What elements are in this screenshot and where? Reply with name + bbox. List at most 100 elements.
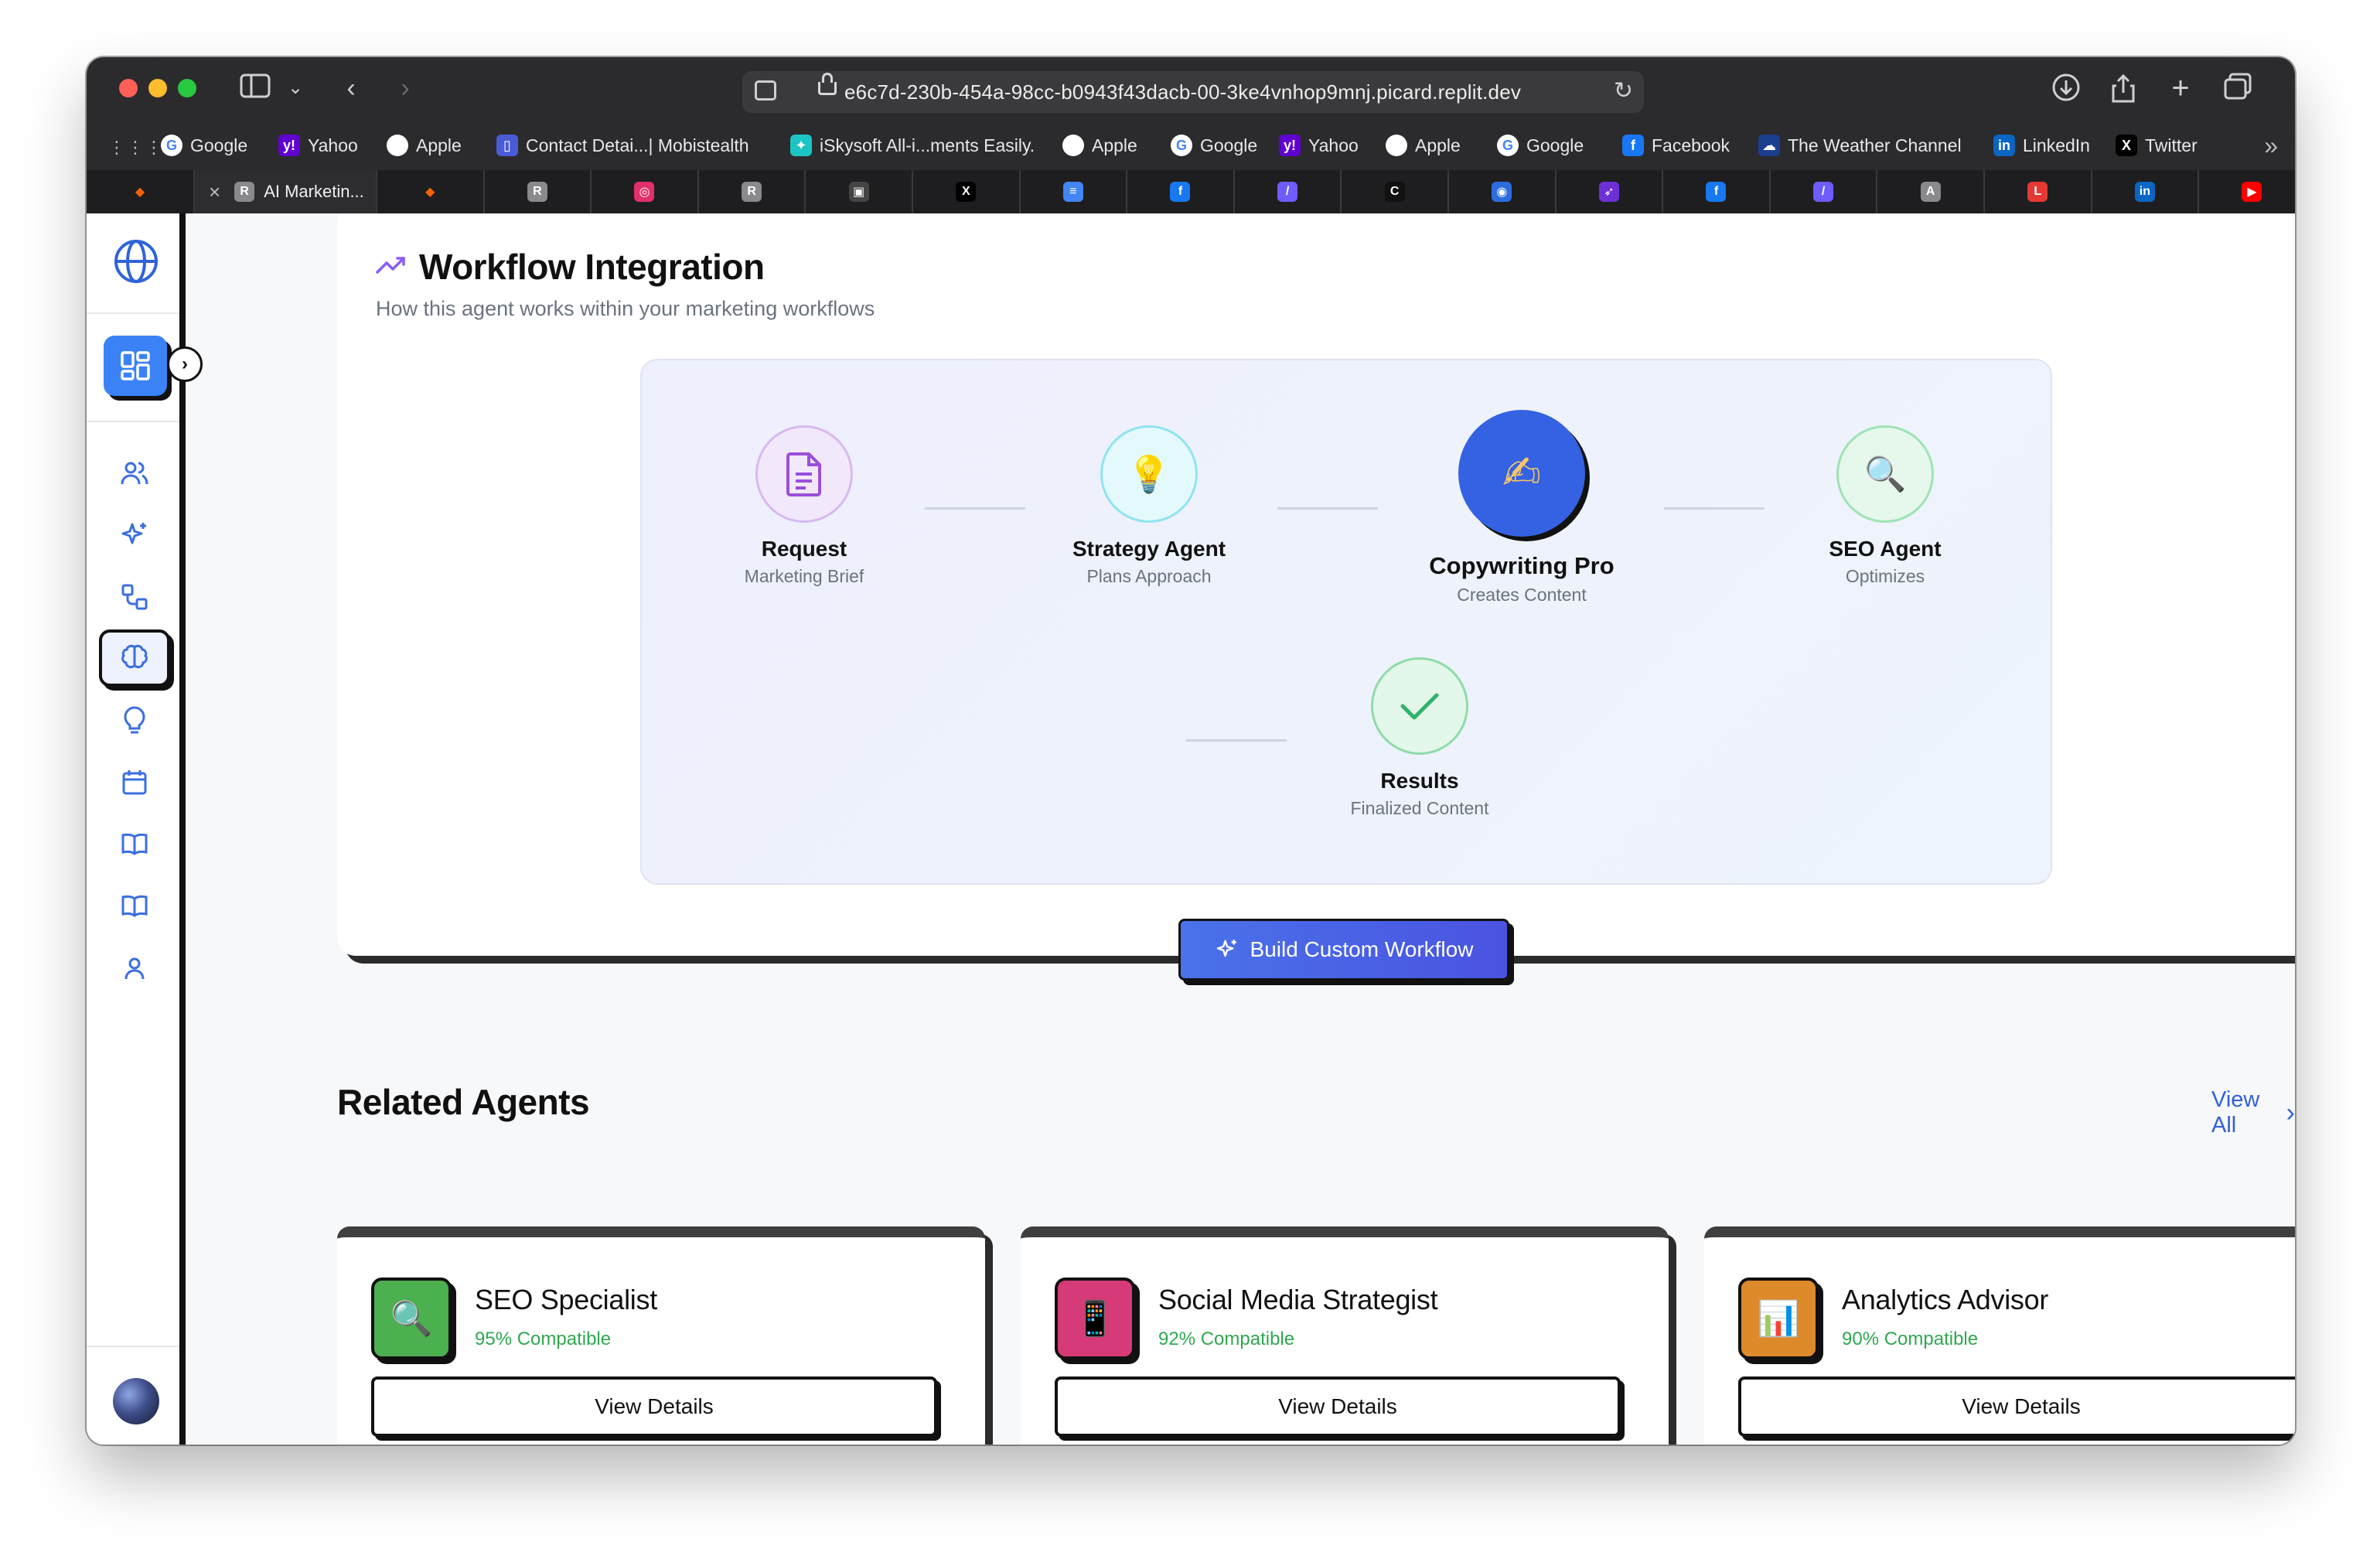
build-custom-workflow-button[interactable]: Build Custom Workflow [1178, 919, 1509, 981]
agent-card-social-media-strategist[interactable]: 📱 Social Media Strategist 92% Compatible… [1021, 1226, 1669, 1445]
bookmark-label: Google [1200, 135, 1258, 155]
agent-card-analytics-advisor[interactable]: 📊 Analytics Advisor 90% Compatible View … [1704, 1226, 2295, 1445]
tab-active[interactable]: × R AI Marketin... [195, 170, 377, 213]
writing-hand-icon: ✍ [1458, 410, 1585, 537]
sparkles-icon [1216, 940, 1236, 957]
workflow-step-seo[interactable]: 🔍 SEO Agent Optimizes [1795, 425, 1975, 587]
workflow-step-strategy[interactable]: 💡 Strategy Agent Plans Approach [1059, 425, 1239, 587]
bookmark-item[interactable]: y! Yahoo [278, 133, 358, 158]
sidebar-item-brain[interactable] [99, 629, 170, 687]
bookmark-item[interactable]: Apple [1062, 133, 1137, 158]
share-icon[interactable] [2106, 73, 2140, 111]
bookmark-label: Yahoo [1308, 135, 1359, 155]
workflow-icon [121, 584, 148, 610]
sidebar-item-library[interactable] [110, 820, 159, 869]
browser-tab[interactable]: ◉ [1449, 170, 1557, 213]
browser-tab[interactable]: / [1771, 170, 1878, 213]
view-details-button[interactable]: View Details [1738, 1376, 2295, 1437]
sidebar-item-workflows[interactable] [110, 572, 159, 622]
view-all-label: View All [2211, 1087, 2260, 1138]
browser-tab[interactable]: / [1235, 170, 1342, 213]
bookmark-item[interactable]: Apple [387, 133, 462, 158]
agent-compatibility: 95% Compatible [475, 1329, 612, 1349]
bookmark-item[interactable]: Apple [1386, 133, 1461, 158]
bookmark-item[interactable]: G Google [161, 133, 247, 158]
bookmark-item[interactable]: y! Yahoo [1279, 133, 1359, 158]
r-icon: R [234, 182, 255, 202]
button-label: Build Custom Workflow [1250, 937, 1474, 961]
workflow-step-request[interactable]: Request Marketing Brief [714, 425, 894, 587]
zoom-window-button[interactable] [178, 79, 196, 97]
browser-tab[interactable]: R [485, 170, 592, 213]
bookmark-item[interactable]: ☁ The Weather Channel [1758, 133, 1962, 158]
forward-icon[interactable]: › [390, 73, 421, 104]
browser-tab[interactable]: ▶ [2199, 170, 2295, 213]
facebook-icon: f [1622, 135, 1644, 156]
browser-tab[interactable]: ▣ [806, 170, 913, 213]
sidebar-item-profile[interactable] [110, 943, 159, 993]
workflow-step-copywriting[interactable]: ✍ Copywriting Pro Creates Content [1406, 410, 1638, 606]
globe-icon[interactable] [113, 238, 159, 285]
tab-overview-icon[interactable] [2221, 73, 2255, 107]
chevron-down-icon[interactable]: ⌄ [286, 73, 305, 104]
book-icon [121, 833, 148, 855]
browser-tab[interactable]: f [1663, 170, 1771, 213]
sidebar-item-ideas[interactable] [110, 696, 159, 745]
bookmark-label: LinkedIn [2023, 135, 2090, 155]
close-icon[interactable]: × [209, 180, 220, 204]
app-sidebar: › [87, 213, 203, 1445]
bookmark-item[interactable]: ▯ Contact Detai...| Mobistealth [496, 133, 749, 158]
browser-tab[interactable]: C [1342, 170, 1449, 213]
reload-icon[interactable]: ↻ [1614, 77, 1633, 104]
browser-tab[interactable]: ◆ [377, 170, 485, 213]
more-bookmarks-icon[interactable]: » [2264, 131, 2278, 160]
sidebar-item-guides[interactable] [110, 882, 159, 931]
new-tab-icon[interactable]: + [2163, 73, 2198, 104]
google-icon: G [1497, 135, 1519, 156]
bookmark-item[interactable]: X Twitter [2116, 133, 2198, 158]
avatar[interactable] [113, 1378, 159, 1424]
bookmark-item[interactable]: f Facebook [1622, 133, 1730, 158]
apps-grid-icon[interactable]: ⋮⋮⋮ [108, 138, 164, 158]
back-icon[interactable]: ‹ [336, 73, 367, 104]
sidebar-expand-button[interactable]: › [167, 346, 203, 382]
view-details-button[interactable]: View Details [1055, 1376, 1621, 1437]
bar-chart-icon: 📊 [1738, 1278, 1819, 1359]
sidebar-item-users[interactable] [110, 449, 159, 498]
minimize-window-button[interactable] [148, 79, 167, 97]
browser-tab[interactable]: ➶ [1557, 170, 1664, 213]
view-details-button[interactable]: View Details [371, 1376, 937, 1437]
workflow-card: Workflow Integration How this agent work… [337, 213, 2295, 981]
bookmark-item[interactable]: G Google [1171, 133, 1257, 158]
game-icon: ▣ [848, 182, 869, 202]
browser-tab[interactable]: X [913, 170, 1021, 213]
mobile-phone-icon: 📱 [1055, 1278, 1135, 1359]
chevron-right-icon: › [182, 353, 188, 374]
workflow-step-results[interactable]: Results Finalized Content [1330, 657, 1509, 819]
page-menu-icon[interactable] [755, 80, 776, 101]
sidebar-item-calendar[interactable] [110, 758, 159, 807]
tab-pinned[interactable]: ◆ [87, 170, 195, 213]
bookmark-item[interactable]: in LinkedIn [1993, 133, 2090, 158]
address-bar[interactable]: e6c7d-230b-454a-98cc-b0943f43dacb-00-3ke… [742, 71, 1644, 113]
download-icon[interactable] [2049, 73, 2083, 109]
browser-tab[interactable]: f [1127, 170, 1235, 213]
browser-tab[interactable]: ◎ [592, 170, 699, 213]
bookmark-label: Facebook [1652, 135, 1730, 155]
search-circle-icon: ◉ [1492, 182, 1512, 202]
bookmark-item[interactable]: G Google [1497, 133, 1584, 158]
step-description: Creates Content [1457, 585, 1587, 605]
browser-tab[interactable]: L [1985, 170, 2092, 213]
replit-icon: ◆ [135, 186, 145, 199]
sidebar-item-sparkles[interactable] [110, 510, 159, 560]
agent-card-seo-specialist[interactable]: 🔍 SEO Specialist 95% Compatible View Det… [337, 1226, 985, 1445]
bookmark-item[interactable]: ✦ iSkysoft All-i...ments Easily. [790, 133, 1035, 158]
dashboard-button[interactable] [104, 336, 167, 396]
browser-tab[interactable]: A [1877, 170, 1985, 213]
close-window-button[interactable] [119, 79, 138, 97]
browser-tab[interactable]: in [2092, 170, 2200, 213]
browser-tab[interactable]: R [699, 170, 806, 213]
browser-tab[interactable]: ≡ [1021, 170, 1128, 213]
view-all-link[interactable]: View All › [2211, 1087, 2295, 1138]
sidebar-toggle-icon[interactable] [238, 73, 272, 106]
